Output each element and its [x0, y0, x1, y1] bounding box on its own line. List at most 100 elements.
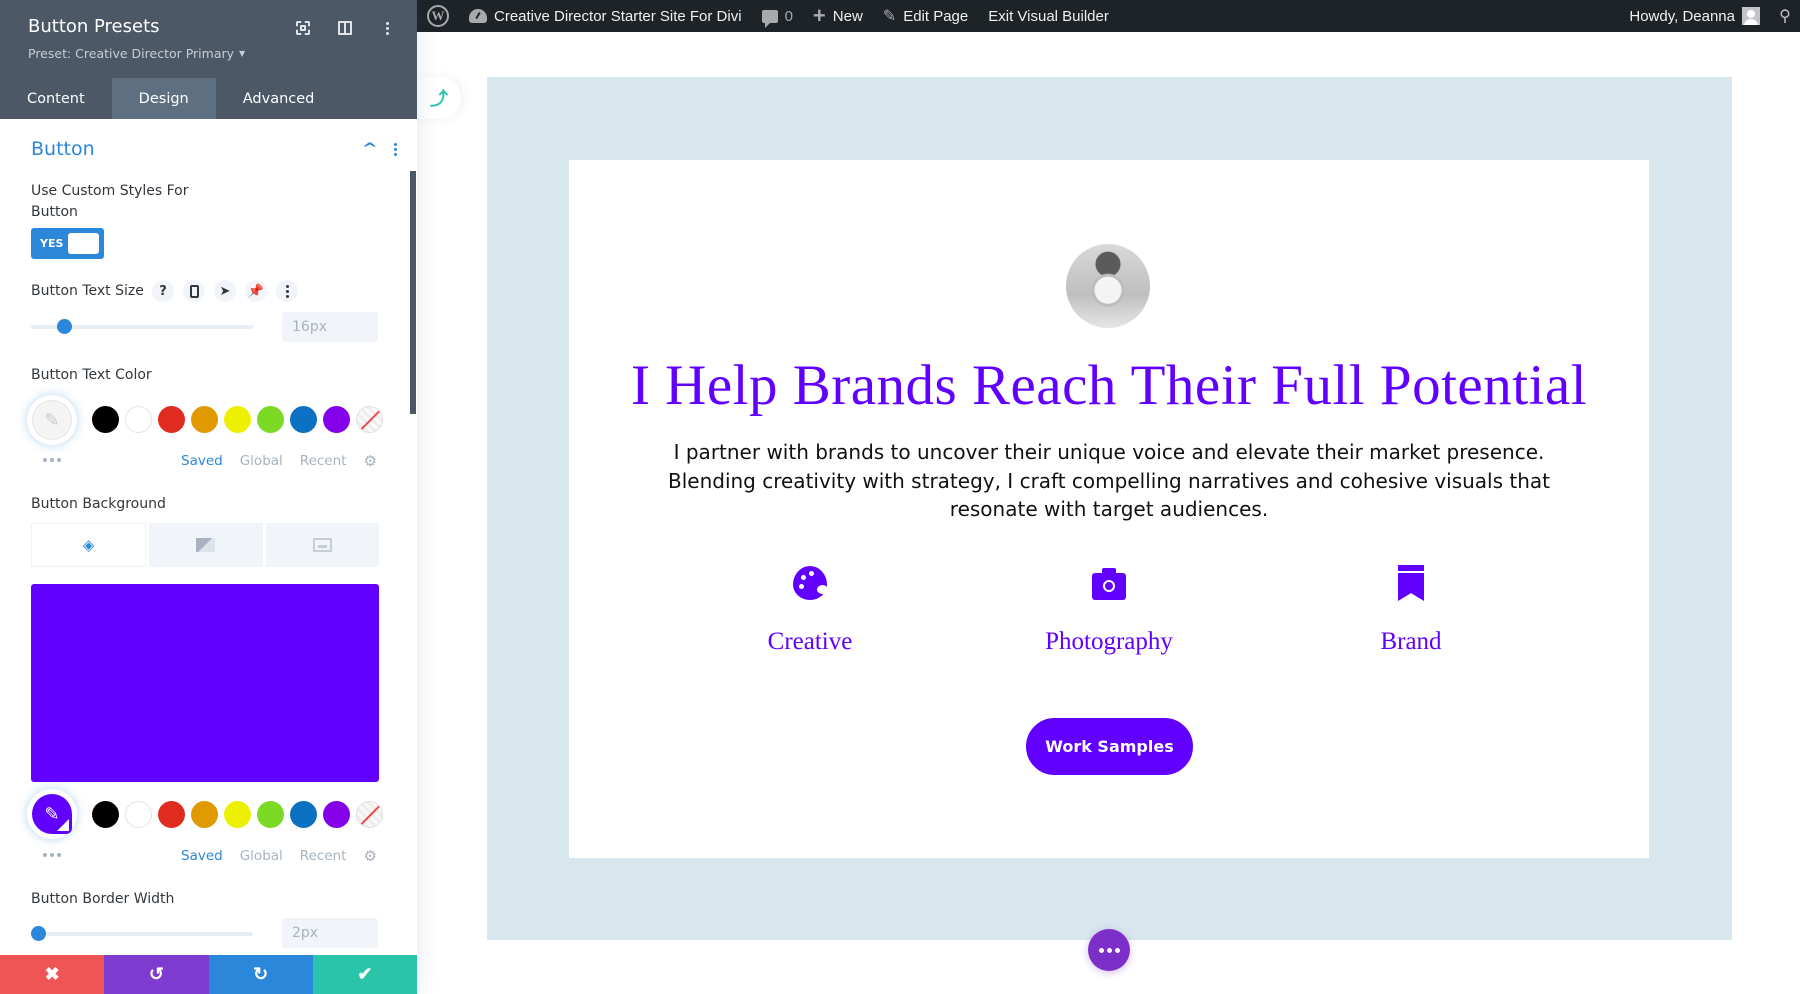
- caret-down-icon: ▼: [239, 49, 246, 58]
- swatch[interactable]: [224, 801, 251, 828]
- background-color-picker[interactable]: ✎: [27, 789, 77, 839]
- image-icon: [312, 538, 332, 552]
- slider-thumb[interactable]: [57, 319, 73, 334]
- swatch[interactable]: [257, 801, 284, 828]
- new-label: New: [832, 7, 863, 25]
- eyedropper-icon: ✎: [32, 400, 72, 440]
- swatch[interactable]: [323, 801, 350, 828]
- checkmark-icon: ✔: [357, 964, 373, 984]
- border-width-slider[interactable]: [30, 926, 253, 941]
- edit-page-label: Edit Page: [903, 7, 969, 25]
- return-arrow-icon: ⤴: [430, 89, 448, 109]
- preset-selector[interactable]: Preset: Creative Director Primary ▼: [28, 46, 389, 61]
- search-icon[interactable]: ⚲: [1770, 6, 1800, 26]
- wordpress-menu[interactable]: W: [417, 0, 459, 32]
- more-colors-icon[interactable]: [43, 853, 61, 857]
- hero-description: I partner with brands to uncover their u…: [667, 440, 1551, 521]
- background-color-preview[interactable]: [31, 584, 379, 782]
- more-colors-icon[interactable]: [43, 458, 61, 462]
- user-avatar-icon: [1742, 7, 1760, 25]
- new-content-link[interactable]: + New: [803, 0, 873, 32]
- comments-count: 0: [784, 7, 793, 25]
- swatch[interactable]: [290, 801, 317, 828]
- split-view-icon[interactable]: [335, 18, 355, 38]
- save-button[interactable]: ✔: [312, 955, 417, 994]
- swatch[interactable]: [290, 406, 317, 433]
- palette-tab-saved[interactable]: Saved: [181, 848, 223, 864]
- options-icon[interactable]: [276, 280, 298, 302]
- border-width-input[interactable]: 2px: [282, 918, 378, 948]
- swatch[interactable]: [323, 406, 350, 433]
- palette-tab-recent[interactable]: Recent: [300, 453, 347, 469]
- text-size-slider[interactable]: [31, 319, 253, 334]
- swatch[interactable]: [191, 406, 218, 433]
- bookmark-icon: [1398, 565, 1424, 601]
- slider-thumb[interactable]: [30, 926, 46, 941]
- swatch[interactable]: [224, 406, 251, 433]
- text-color-picker[interactable]: ✎: [27, 395, 77, 445]
- panel-toggle-tab[interactable]: ⤴: [417, 77, 461, 119]
- palette-tab-global[interactable]: Global: [240, 848, 283, 864]
- comments-link[interactable]: 0: [752, 0, 803, 32]
- bg-tab-color[interactable]: ◈: [31, 523, 147, 567]
- panel-footer: ✖ ↺ ↻ ✔: [0, 955, 417, 994]
- tab-content[interactable]: Content: [0, 78, 112, 119]
- account-menu[interactable]: Howdy, Deanna: [1619, 0, 1770, 32]
- site-name-link[interactable]: Creative Director Starter Site For Divi: [459, 0, 752, 32]
- help-icon[interactable]: ?: [152, 280, 174, 302]
- bg-tab-image[interactable]: [265, 523, 379, 567]
- bg-tab-gradient[interactable]: [149, 523, 263, 567]
- redo-button[interactable]: ↻: [208, 955, 313, 994]
- close-icon: ✖: [44, 964, 60, 984]
- gradient-icon: [196, 538, 216, 552]
- text-size-input[interactable]: 16px: [282, 312, 378, 342]
- exit-label: Exit Visual Builder: [988, 7, 1109, 25]
- profile-photo: [1066, 244, 1150, 328]
- sticky-pin-icon[interactable]: 📌: [245, 280, 267, 302]
- section-options-icon[interactable]: [394, 142, 397, 156]
- hero-title: I Help Brands Reach Their Full Potential: [630, 354, 1588, 417]
- swatch[interactable]: [92, 801, 119, 828]
- responsive-icon[interactable]: [183, 280, 205, 302]
- panel-scrollbar[interactable]: [410, 171, 416, 414]
- settings-panel: Button Presets Preset: Creative Director…: [0, 0, 417, 994]
- palette-tab-recent[interactable]: Recent: [300, 848, 347, 864]
- more-options-icon[interactable]: [377, 18, 397, 38]
- pencil-icon: ✎: [882, 8, 897, 25]
- swatch[interactable]: [257, 406, 284, 433]
- undo-button[interactable]: ↺: [104, 955, 209, 994]
- background-color-swatches: [92, 801, 383, 828]
- button-section-header[interactable]: Button ^: [31, 138, 397, 160]
- work-samples-button[interactable]: Work Samples: [1026, 718, 1193, 775]
- tab-advanced[interactable]: Advanced: [216, 78, 342, 119]
- panel-body: Button ^ Use Custom Styles For Button YE…: [0, 119, 417, 955]
- swatch[interactable]: [125, 801, 152, 828]
- background-type-tabs: ◈: [31, 523, 379, 567]
- no-color-swatch[interactable]: [356, 801, 383, 828]
- swatch[interactable]: [191, 801, 218, 828]
- greeting: Howdy, Deanna: [1629, 7, 1735, 25]
- text-size-label: Button Text Size: [31, 283, 144, 299]
- exit-visual-builder-link[interactable]: Exit Visual Builder: [978, 0, 1119, 32]
- row-settings-button[interactable]: [1088, 929, 1130, 971]
- edit-page-link[interactable]: ✎ Edit Page: [873, 0, 978, 32]
- swatch[interactable]: [125, 406, 152, 433]
- swatch[interactable]: [158, 801, 185, 828]
- chevron-up-icon[interactable]: ^: [362, 141, 378, 157]
- feature-label: Photography: [1045, 628, 1173, 655]
- palette-icon: [793, 566, 828, 600]
- gear-icon[interactable]: ⚙: [363, 452, 376, 470]
- tab-design[interactable]: Design: [111, 78, 216, 119]
- site-name: Creative Director Starter Site For Divi: [494, 7, 742, 25]
- feature-label: Brand: [1380, 628, 1442, 655]
- palette-tab-saved[interactable]: Saved: [181, 453, 223, 469]
- palette-tab-global[interactable]: Global: [240, 453, 283, 469]
- custom-styles-toggle[interactable]: YES: [31, 228, 104, 259]
- no-color-swatch[interactable]: [356, 406, 383, 433]
- swatch[interactable]: [92, 406, 119, 433]
- gear-icon[interactable]: ⚙: [363, 847, 376, 865]
- cancel-button[interactable]: ✖: [0, 955, 105, 994]
- hover-cursor-icon[interactable]: ➤: [214, 280, 236, 302]
- swatch[interactable]: [158, 406, 185, 433]
- fullscreen-icon[interactable]: [293, 18, 313, 38]
